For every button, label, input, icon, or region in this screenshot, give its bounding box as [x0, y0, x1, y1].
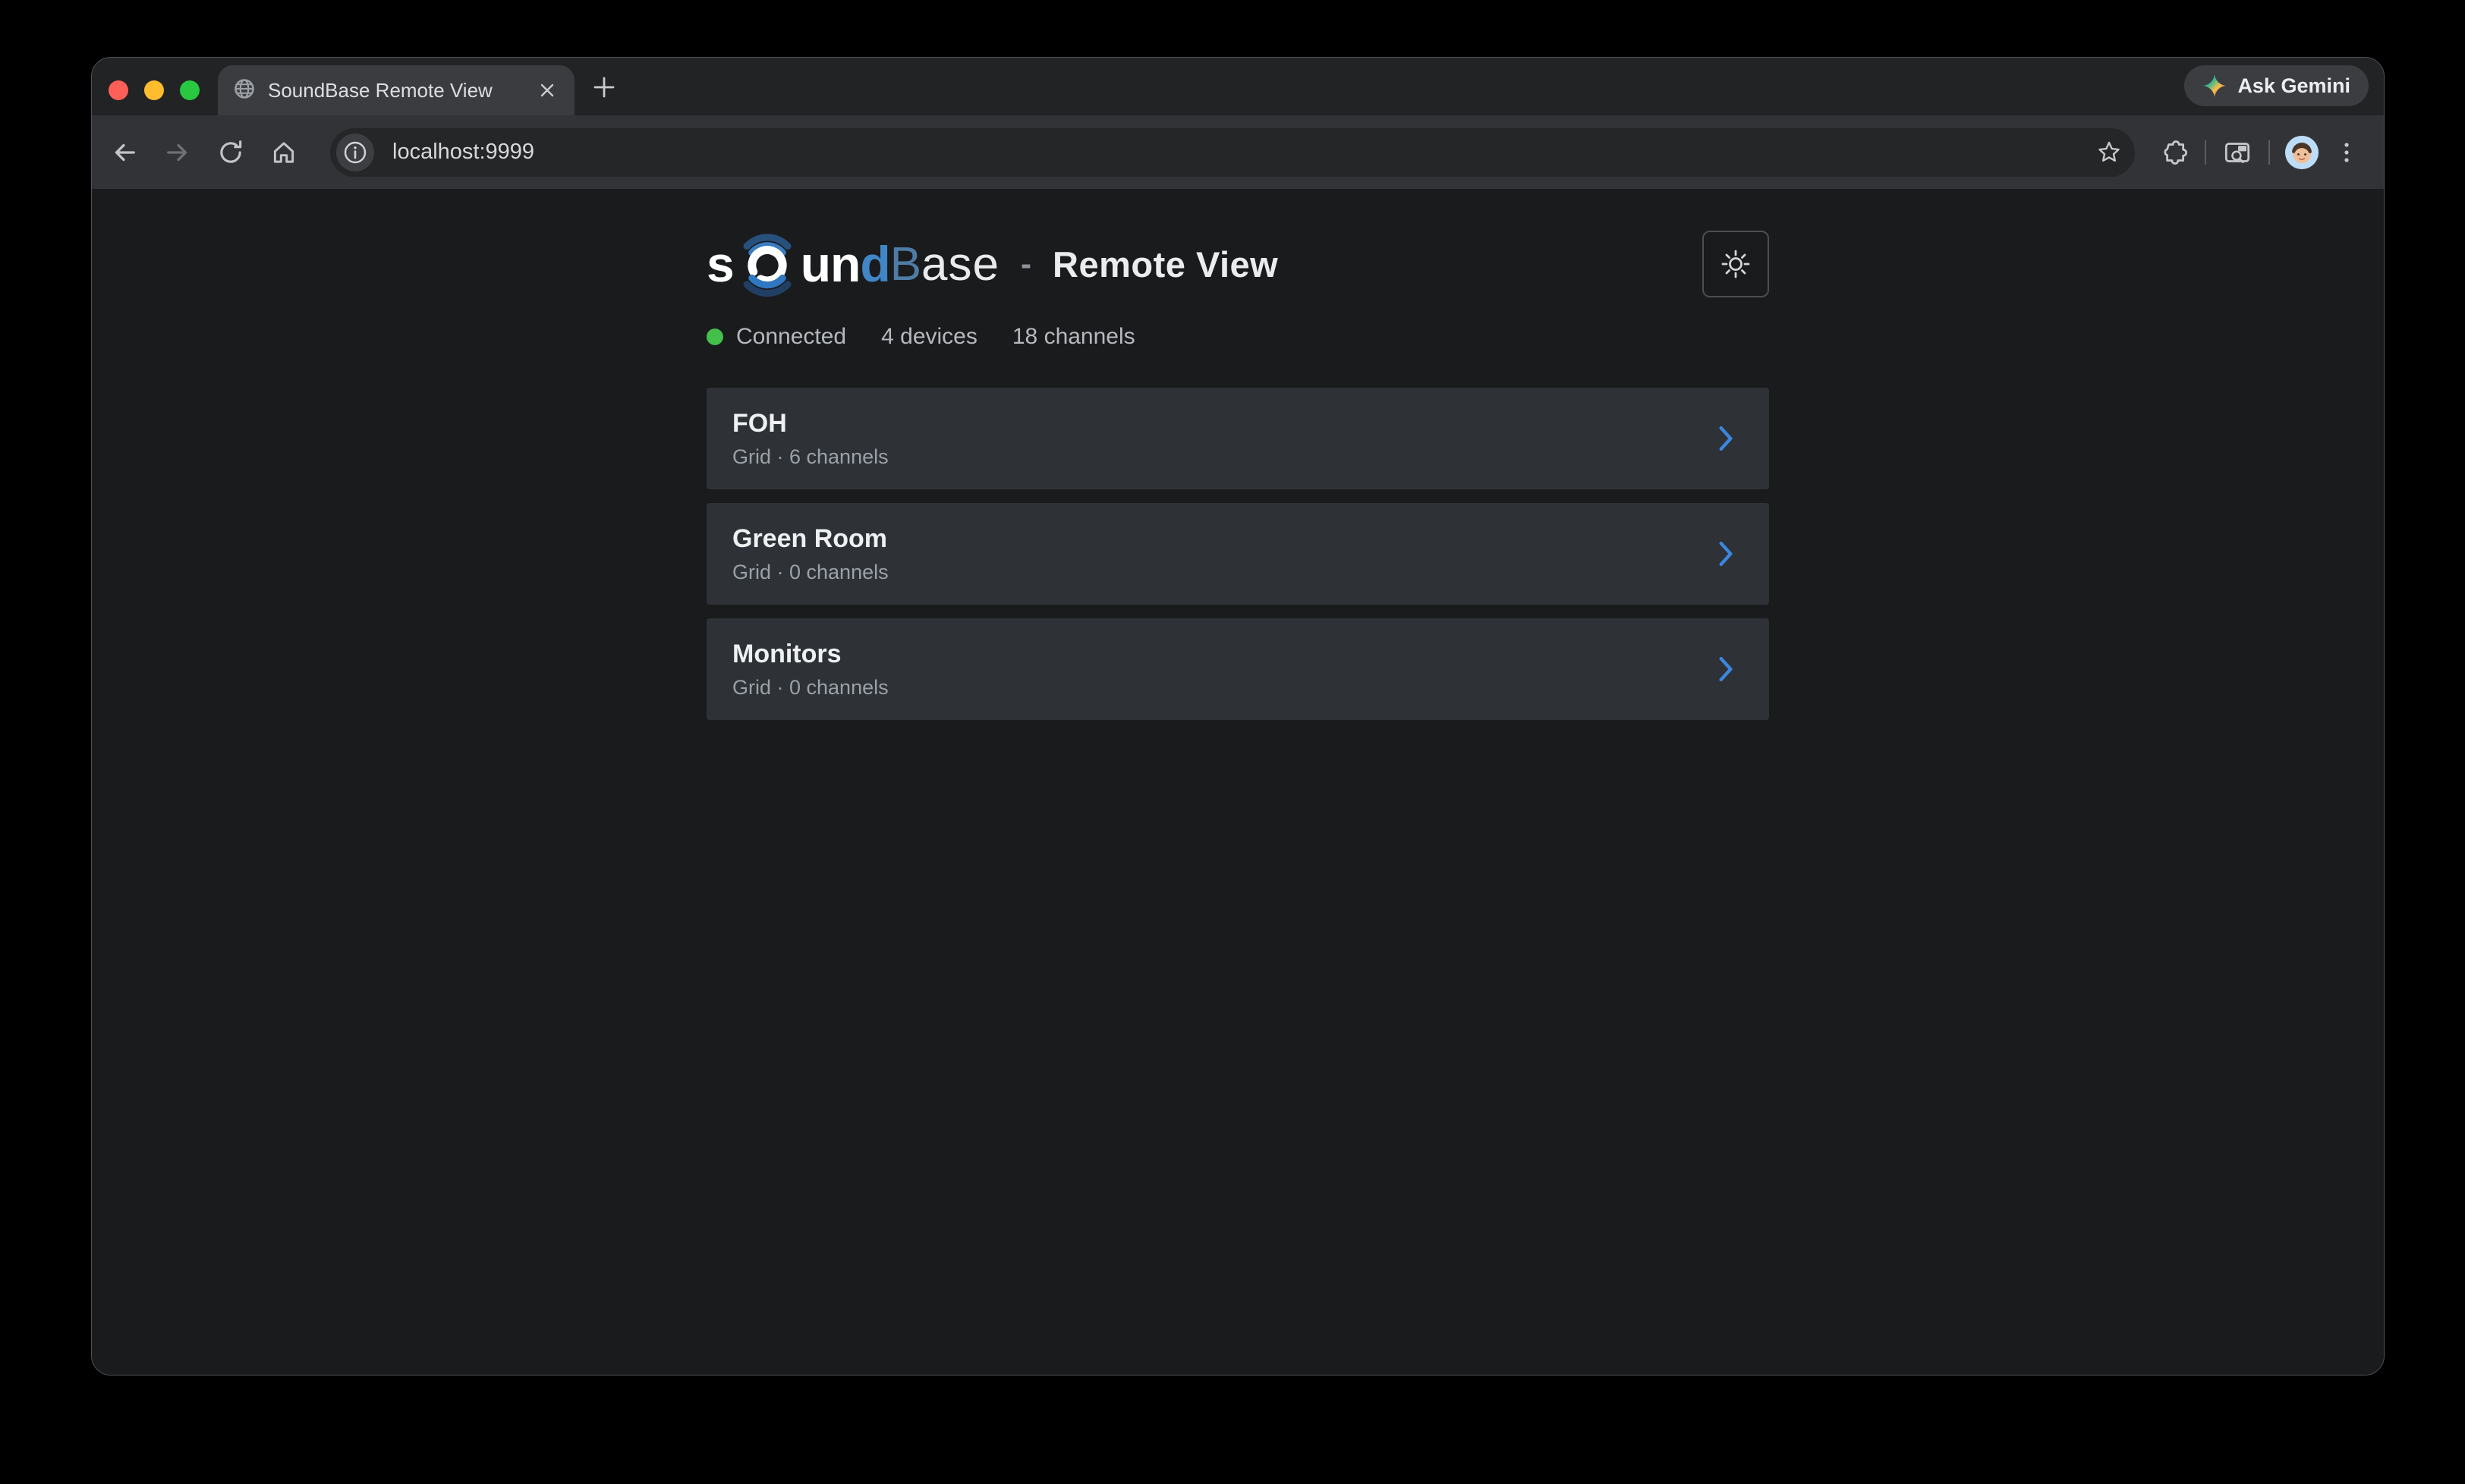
- menu-kebab-icon: [2333, 139, 2360, 166]
- toolbar-divider: [2268, 140, 2270, 165]
- extensions-button[interactable]: [2156, 135, 2191, 170]
- tab-close-icon[interactable]: [535, 78, 559, 102]
- connected-status-dot: [707, 329, 723, 345]
- gemini-spark-icon: [2202, 74, 2227, 98]
- browser-menu-button[interactable]: [2329, 135, 2364, 170]
- logo-text-d: d: [860, 235, 889, 293]
- browser-toolbar: localhost:9999: [92, 115, 2384, 189]
- sound-wave-logo-icon: [735, 219, 799, 309]
- page-title: Remote View: [1053, 244, 1278, 285]
- connection-label: Connected: [736, 324, 846, 350]
- page-content: s un d B ase: [92, 189, 2384, 1375]
- new-tab-icon: [591, 74, 617, 100]
- group-row-foh[interactable]: FOH Grid · 6 channels: [707, 388, 1769, 489]
- group-meta: Grid · 0 channels: [732, 676, 889, 700]
- chevron-right-icon: [1714, 424, 1737, 453]
- globe-favicon-icon: [233, 77, 256, 104]
- devices-count: 4 devices: [881, 324, 978, 350]
- group-name: Monitors: [732, 640, 889, 669]
- connection-status: Connected: [707, 324, 846, 350]
- minimize-window-button[interactable]: [144, 80, 164, 100]
- group-info: FOH Grid · 6 channels: [732, 409, 889, 469]
- channels-count: 18 channels: [1012, 324, 1135, 350]
- profile-avatar-face: [2285, 136, 2319, 169]
- bookmark-star-icon: [2095, 139, 2123, 166]
- tab-search-icon: [2221, 137, 2253, 168]
- home-icon: [269, 138, 298, 167]
- status-bar: Connected 4 devices 18 channels: [707, 324, 1769, 350]
- browser-tab[interactable]: SoundBase Remote View: [218, 65, 575, 115]
- group-info: Monitors Grid · 0 channels: [732, 640, 889, 700]
- page-header: s un d B ase: [707, 219, 1769, 309]
- zoom-window-button[interactable]: [180, 80, 200, 100]
- logo-text-s: s: [707, 235, 734, 293]
- bookmark-button[interactable]: [2092, 136, 2126, 169]
- tab-search-button[interactable]: [2220, 135, 2255, 170]
- chevron-right-icon: [1714, 539, 1737, 568]
- ask-gemini-label: Ask Gemini: [2237, 74, 2350, 98]
- group-info: Green Room Grid · 0 channels: [732, 524, 889, 584]
- group-row-monitors[interactable]: Monitors Grid · 0 channels: [707, 618, 1769, 720]
- logo-text-un: un: [801, 235, 861, 293]
- group-name: FOH: [732, 409, 889, 439]
- title-separator: -: [1021, 246, 1031, 282]
- group-name: Green Room: [732, 524, 889, 554]
- home-button[interactable]: [266, 135, 301, 170]
- extensions-puzzle-icon: [2158, 137, 2189, 168]
- info-icon: [343, 140, 367, 165]
- group-list: FOH Grid · 6 channels Green Room Grid · …: [707, 388, 1769, 720]
- address-bar[interactable]: localhost:9999: [330, 128, 2135, 177]
- new-tab-button[interactable]: [587, 70, 622, 105]
- soundbase-logo: s un d B ase: [707, 219, 1000, 309]
- app-title-row: s un d B ase: [707, 219, 1278, 309]
- logo-text-ase: ase: [921, 237, 1000, 291]
- tab-title: SoundBase Remote View: [268, 79, 523, 102]
- group-meta: Grid · 0 channels: [732, 561, 889, 584]
- logo-text-b: B: [890, 237, 921, 291]
- forward-button[interactable]: [160, 135, 195, 170]
- profile-avatar[interactable]: [2285, 136, 2319, 169]
- theme-toggle-sun-icon: [1719, 247, 1752, 281]
- url-text[interactable]: localhost:9999: [392, 140, 2092, 165]
- reload-icon: [216, 138, 245, 167]
- site-info-button[interactable]: [336, 134, 374, 171]
- desktop-background: SoundBase Remote View: [0, 0, 2465, 1484]
- toolbar-divider: [2205, 140, 2206, 165]
- browser-window: SoundBase Remote View: [91, 57, 2385, 1376]
- back-icon: [109, 137, 140, 168]
- chevron-right-icon: [1714, 655, 1737, 684]
- ask-gemini-button[interactable]: Ask Gemini: [2184, 65, 2369, 106]
- browser-titlebar: SoundBase Remote View: [92, 58, 2384, 115]
- traffic-lights: [109, 80, 200, 100]
- back-button[interactable]: [107, 135, 142, 170]
- group-row-green-room[interactable]: Green Room Grid · 0 channels: [707, 503, 1769, 605]
- group-meta: Grid · 6 channels: [732, 445, 889, 469]
- reload-button[interactable]: [213, 135, 248, 170]
- forward-icon: [162, 137, 193, 168]
- close-window-button[interactable]: [109, 80, 128, 100]
- theme-toggle-button[interactable]: [1702, 231, 1769, 297]
